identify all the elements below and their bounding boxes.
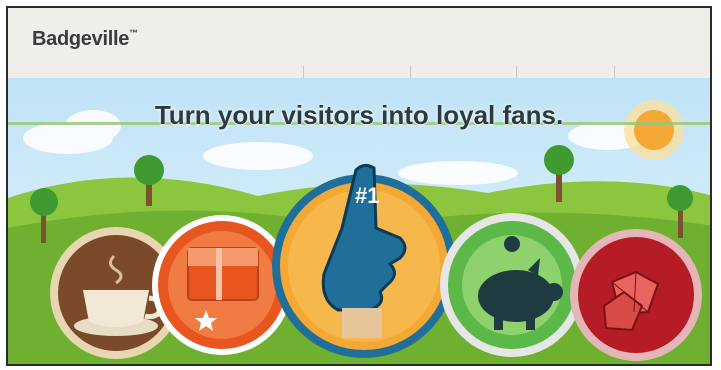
hero-headline: Turn your visitors into loyal fans. xyxy=(154,100,564,130)
logo-text: Badgeville xyxy=(32,28,130,50)
nav-divider xyxy=(303,66,304,78)
nav-divider xyxy=(410,66,411,78)
badgeville-logo[interactable]: Badgeville™ xyxy=(32,28,138,51)
messenger-bag-icon[interactable] xyxy=(152,215,292,355)
nav-divider xyxy=(516,66,517,78)
trademark-mark: ™ xyxy=(129,28,138,38)
number-one-label: #1 xyxy=(355,183,379,208)
page-frame: Badgeville™ #1 Turn your visitors into l… xyxy=(6,6,712,366)
hero-banner: #1 Turn your visitors into loyal fans. xyxy=(8,78,710,364)
site-header: Badgeville™ xyxy=(8,8,710,79)
gems-icon[interactable] xyxy=(570,229,702,361)
piggy-bank-icon[interactable] xyxy=(440,213,584,357)
nav-divider xyxy=(614,66,615,78)
